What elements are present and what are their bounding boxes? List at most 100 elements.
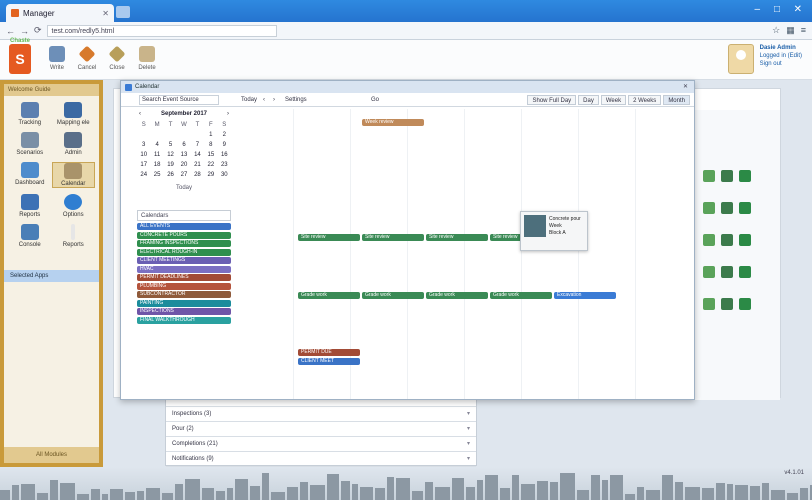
minical-day[interactable]: 20 (177, 161, 190, 169)
calendar-tag[interactable]: HVAC (137, 265, 231, 273)
add-icon[interactable] (703, 298, 715, 310)
minical-day[interactable]: 29 (204, 171, 217, 179)
sidebar-item-dashboard[interactable]: Dashboard (8, 162, 52, 188)
close-button[interactable]: Close (102, 45, 132, 71)
edit-icon[interactable] (721, 170, 733, 182)
minical-day[interactable]: 11 (150, 151, 163, 159)
sidebar-selected[interactable]: Selected Apps (4, 270, 99, 282)
calendar-tag[interactable]: SUBCONTRACTOR (137, 291, 231, 298)
accordion-item[interactable]: Completions (21) ▾ (166, 437, 476, 452)
calendar-filter-select[interactable]: Calendars (137, 210, 231, 221)
minical-day[interactable]: 12 (164, 151, 177, 159)
minical-day[interactable]: 15 (204, 151, 217, 159)
delete-button[interactable]: Delete (132, 46, 162, 71)
search-input[interactable]: Search Event Source (139, 95, 219, 105)
calendar-tag[interactable]: INSPECTIONS (137, 308, 231, 315)
sidebar-item-scenarios[interactable]: Scenarios (8, 132, 52, 156)
minical-day[interactable]: 22 (204, 161, 217, 169)
minical-day[interactable]: 16 (218, 151, 231, 159)
add-icon[interactable] (703, 202, 715, 214)
sidebar-item-admin[interactable]: Admin (52, 132, 96, 156)
sidebar-item-calendar[interactable]: Calendar (51, 162, 95, 188)
calendar-event[interactable]: Excavation (554, 292, 616, 299)
minical-day[interactable]: 18 (150, 161, 163, 169)
calendar-event[interactable]: Grade work (490, 292, 552, 299)
edit-icon[interactable] (721, 234, 733, 246)
add-icon[interactable] (703, 234, 715, 246)
calendar-event[interactable]: Site review (362, 234, 424, 241)
view-day-button[interactable]: Day (578, 95, 599, 105)
sidebar-item-mapping[interactable]: Mapping ele (52, 102, 96, 126)
calendar-tag[interactable]: PERMIT DEADLINES (137, 274, 231, 281)
calendar-event[interactable]: Grade work (426, 292, 488, 299)
minical-day[interactable]: 7 (191, 141, 204, 149)
add-icon[interactable] (703, 266, 715, 278)
minical-day[interactable]: 2 (218, 131, 231, 139)
minical-day[interactable]: 9 (218, 141, 231, 149)
prev-icon[interactable]: ‹ (263, 93, 265, 107)
status-icon[interactable] (739, 202, 751, 214)
minical-day[interactable]: 25 (150, 171, 163, 179)
forward-icon[interactable]: → (20, 26, 29, 36)
calendar-event[interactable]: PERMIT DUE (298, 349, 360, 356)
minical-day[interactable]: 8 (204, 141, 217, 149)
sign-out-link[interactable]: Sign out (760, 60, 802, 68)
status-icon[interactable] (739, 170, 751, 182)
minical-day[interactable]: 1 (204, 131, 217, 139)
calendar-event[interactable]: Week review (362, 119, 424, 126)
calendar-tag[interactable]: FINAL WALKTHROUGH (137, 316, 231, 324)
add-icon[interactable] (703, 170, 715, 182)
dialog-close-icon[interactable]: ✕ (683, 81, 688, 93)
sidebar-item-tracking[interactable]: Tracking (8, 102, 52, 126)
minical-prev-icon[interactable]: ‹ (139, 111, 141, 117)
minical-day[interactable]: 23 (218, 161, 231, 169)
calendar-tag[interactable]: PAINTING (137, 299, 231, 307)
edit-icon[interactable] (721, 202, 733, 214)
calendar-tag[interactable]: ALL EVENTS (137, 223, 231, 230)
next-icon[interactable]: › (273, 93, 275, 107)
calendar-event[interactable]: Grade work (298, 292, 360, 299)
accordion-item[interactable]: Pour (2) ▾ (166, 422, 476, 437)
avatar[interactable] (727, 44, 754, 74)
calendar-event[interactable]: Site review (298, 234, 360, 241)
minical-day[interactable]: 5 (164, 141, 177, 149)
sidebar-item-reports-2[interactable]: Reports (52, 224, 96, 248)
status-icon[interactable] (739, 298, 751, 310)
edit-icon[interactable] (721, 266, 733, 278)
minical-day[interactable]: 26 (164, 171, 177, 179)
status-icon[interactable] (739, 234, 751, 246)
browser-tab[interactable]: Manager ✕ (6, 4, 114, 22)
minical-day[interactable]: 13 (177, 151, 190, 159)
minical-day[interactable]: 4 (150, 141, 163, 149)
minical-day[interactable]: 28 (191, 171, 204, 179)
sidebar-item-console[interactable]: Console (8, 224, 52, 248)
minical-day[interactable]: 19 (164, 161, 177, 169)
minical-day[interactable]: 10 (137, 151, 150, 159)
go-button[interactable]: Go (371, 93, 379, 107)
view-month-button[interactable]: Month (663, 95, 690, 105)
minimize-icon[interactable]: – (754, 4, 760, 15)
calendar-tag[interactable]: CONCRETE POURS (137, 231, 231, 239)
sidebar-item-options[interactable]: Options (52, 194, 96, 218)
menu-icon[interactable]: ≡ (801, 25, 806, 36)
minical-day[interactable]: 3 (137, 141, 150, 149)
minical-day[interactable]: 27 (177, 171, 190, 179)
minical-today[interactable]: Today (137, 185, 231, 191)
url-field[interactable]: test.com/redly5.html (46, 24, 277, 37)
view-2weeks-button[interactable]: 2 Weeks (628, 95, 662, 105)
reload-icon[interactable]: ⟳ (34, 25, 42, 36)
calendar-tag[interactable]: FRAMING INSPECTIONS (137, 240, 231, 247)
minical-day[interactable]: 24 (137, 171, 150, 179)
cancel-button[interactable]: Cancel (72, 45, 102, 71)
minical-next-icon[interactable]: › (227, 111, 229, 117)
maximize-icon[interactable]: □ (774, 4, 780, 15)
minical-day[interactable]: 14 (191, 151, 204, 159)
minical-day[interactable]: 30 (218, 171, 231, 179)
write-button[interactable]: Write (42, 46, 72, 71)
sidebar-item-reports[interactable]: Reports (8, 194, 52, 218)
minical-day[interactable]: 6 (177, 141, 190, 149)
status-icon[interactable] (739, 266, 751, 278)
new-tab-button[interactable] (116, 6, 130, 18)
settings-button[interactable]: Settings (285, 93, 307, 107)
minical-day[interactable]: 21 (191, 161, 204, 169)
